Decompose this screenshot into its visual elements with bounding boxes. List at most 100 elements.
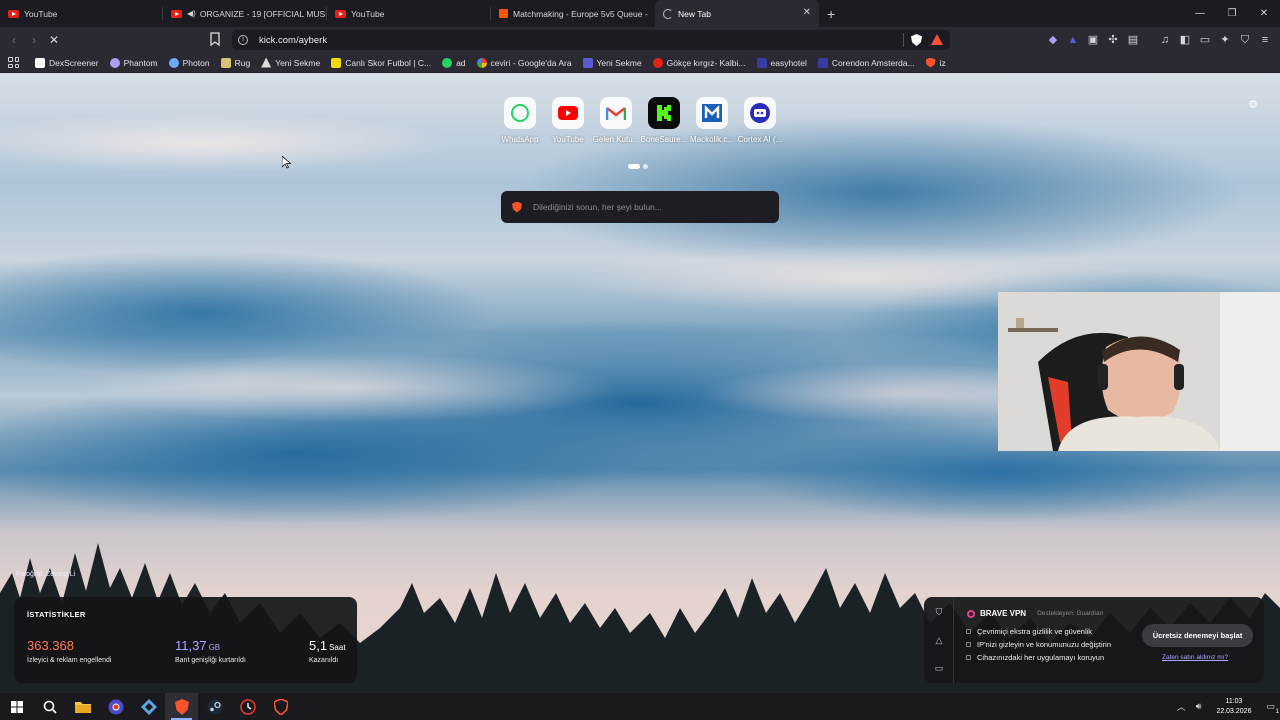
tab-youtube-2[interactable]: YouTube: [327, 0, 491, 27]
bookmark-item[interactable]: easyhotel: [756, 57, 807, 68]
top-site-cortex[interactable]: Cortex AI (...: [736, 97, 784, 144]
bookmark-item[interactable]: Canlı Skor Futbol | C...: [331, 57, 431, 68]
window-controls: — ❐ ✕: [1184, 0, 1280, 27]
rewards-widget-icon[interactable]: △: [934, 635, 944, 645]
url-text[interactable]: kick.com/ayberk: [259, 35, 327, 46]
taskbar-brave-2[interactable]: [264, 693, 297, 720]
rug-icon: [220, 57, 231, 68]
search-placeholder: Dilediğinizi sorun, her şeyi bulun...: [533, 202, 662, 212]
bookmark-item[interactable]: Photon: [168, 57, 210, 68]
new-tab-icon: [582, 57, 593, 68]
stat-blocked: 363.368 İzleyici & reklam engellendi: [27, 638, 112, 664]
stats-widget: İSTATİSTİKLER 363.368 İzleyici & reklam …: [14, 597, 357, 683]
menu-icon[interactable]: ≡: [1258, 33, 1272, 47]
bookmark-item[interactable]: Gökçe kırgız- Kalbi...: [652, 57, 746, 68]
clock-app-icon: [239, 698, 256, 715]
corendon-icon: [817, 57, 828, 68]
toolbar: ‹ › ✕ i kick.com/ayberk ◆ ▲ ▣ ✣ ▤ ♫ ◧ ▭ …: [0, 27, 1280, 53]
back-icon[interactable]: ‹: [4, 33, 24, 47]
wallet-icon[interactable]: ▭: [1198, 33, 1212, 47]
apps-grid-icon[interactable]: [8, 57, 19, 68]
youtube-icon: [171, 9, 182, 18]
top-site-mackolik[interactable]: Mackolik.c...: [688, 97, 736, 144]
start-button[interactable]: [0, 693, 33, 720]
widget-switcher: ⛉ △ ▭: [924, 597, 954, 683]
show-hidden-icons[interactable]: ︿: [1177, 700, 1186, 713]
bookmark-item[interactable]: DexScreener: [35, 57, 99, 68]
brave-shields-icon[interactable]: [911, 34, 922, 46]
already-purchased-link[interactable]: Zaten satın aldınız mı?: [1162, 654, 1228, 661]
bookmark-item[interactable]: Rug: [220, 57, 250, 68]
bookmark-item[interactable]: Corendon Amsterda...: [817, 57, 915, 68]
extension-icon-5[interactable]: ▤: [1126, 33, 1140, 47]
taskbar-app[interactable]: [132, 693, 165, 720]
youtube-icon: [335, 9, 346, 18]
volume-icon[interactable]: 🔊︎: [1196, 701, 1202, 712]
extension-icon-3[interactable]: ▣: [1086, 33, 1100, 47]
vpn-header: BRAVE VPN Destekleyen: Guardian: [967, 609, 1103, 618]
top-site-bonesaure[interactable]: BoneSaure...: [640, 97, 688, 144]
windows-taskbar: ︿ 🔊︎ 11:03 22.03.2026 ▭ 1: [0, 693, 1280, 720]
sidebar-icon[interactable]: ◧: [1178, 33, 1192, 47]
top-site-whatsapp[interactable]: WhatsApp: [496, 97, 544, 144]
bookmark-item[interactable]: ceviri - Google'da Ara: [476, 57, 572, 68]
tab-organize[interactable]: ◀) ORGANIZE - 19 [OFFICIAL MUSIC: [163, 0, 327, 27]
tab-matchmaking[interactable]: Matchmaking - Europe 5v5 Queue -: [491, 0, 655, 27]
brave-beta-icon: [273, 698, 288, 715]
vpn-widget-icon[interactable]: ⛉: [934, 607, 944, 617]
top-site-youtube[interactable]: YouTube: [544, 97, 592, 144]
loading-spinner-icon: [663, 8, 673, 19]
restore-icon[interactable]: ❐: [1216, 0, 1248, 27]
bookmark-item[interactable]: Yeni Sekme: [261, 57, 320, 68]
address-bar[interactable]: i kick.com/ayberk: [232, 30, 950, 50]
close-tab-icon[interactable]: ✕: [803, 7, 811, 18]
tab-new-tab[interactable]: New Tab ✕: [655, 0, 819, 27]
top-site-gmail[interactable]: Gelen Kutu...: [592, 97, 640, 144]
youtube-icon: [8, 9, 19, 18]
faceit-icon: [499, 9, 508, 18]
youtube-icon: [558, 106, 578, 120]
taskbar-brave[interactable]: [165, 693, 198, 720]
new-tab-button[interactable]: +: [827, 6, 835, 22]
music-icon[interactable]: ♫: [1158, 33, 1172, 47]
brave-rewards-icon[interactable]: [931, 34, 943, 45]
vpn-shield-icon[interactable]: ⛉: [1238, 33, 1252, 47]
extension-icon-2[interactable]: ▲: [1066, 33, 1080, 47]
minimize-icon[interactable]: —: [1184, 0, 1216, 27]
search-button[interactable]: [33, 693, 66, 720]
youtube-icon: [652, 57, 663, 68]
top-sites-pager[interactable]: [628, 164, 648, 169]
site-info-icon[interactable]: i: [238, 35, 248, 45]
vpn-feature: Cihazınızdaki her uygulamayı koruyun: [966, 653, 1104, 662]
bookmark-item[interactable]: iz: [925, 57, 946, 68]
bookmark-icon[interactable]: [209, 32, 221, 46]
photo-credit[interactable]: Fotoğraf: Zetong Li: [16, 571, 75, 578]
customize-settings-icon[interactable]: ⚙: [1248, 98, 1258, 111]
dexscreener-icon: [35, 57, 45, 68]
bookmark-item[interactable]: ad: [442, 57, 466, 68]
start-free-trial-button[interactable]: Ücretsiz denemeyi başlat: [1142, 624, 1253, 647]
search-box[interactable]: Dilediğinizi sorun, her şeyi bulun...: [501, 191, 779, 223]
taskbar-file-explorer[interactable]: [66, 693, 99, 720]
brave-icon: [925, 57, 936, 68]
phantom-icon: [109, 57, 120, 68]
leo-ai-icon[interactable]: ✦: [1218, 33, 1232, 47]
close-window-icon[interactable]: ✕: [1248, 0, 1280, 27]
stop-loading-icon[interactable]: ✕: [44, 33, 64, 47]
notification-icon[interactable]: ▭ 1: [1266, 701, 1279, 715]
speaker-icon[interactable]: ◀): [187, 9, 196, 18]
phantom-extension-icon[interactable]: ◆: [1046, 33, 1060, 47]
clock[interactable]: 11:03 22.03.2026: [1216, 697, 1251, 717]
taskbar-chrome[interactable]: [99, 693, 132, 720]
tab-youtube-1[interactable]: YouTube: [0, 0, 163, 27]
forward-icon[interactable]: ›: [24, 33, 44, 47]
taskbar-steam[interactable]: [198, 693, 231, 720]
talk-widget-icon[interactable]: ▭: [934, 663, 944, 673]
tab-label: YouTube: [351, 8, 385, 19]
bookmark-item[interactable]: Yeni Sekme: [582, 57, 642, 68]
bookmark-item[interactable]: Phantom: [109, 57, 158, 68]
taskbar-app-2[interactable]: [231, 693, 264, 720]
tab-label: ORGANIZE - 19 [OFFICIAL MUSIC: [199, 8, 327, 19]
stat-time-saved: 5,1 Saat Kazanıldı: [309, 638, 346, 664]
extensions-puzzle-icon[interactable]: ✣: [1106, 33, 1120, 47]
